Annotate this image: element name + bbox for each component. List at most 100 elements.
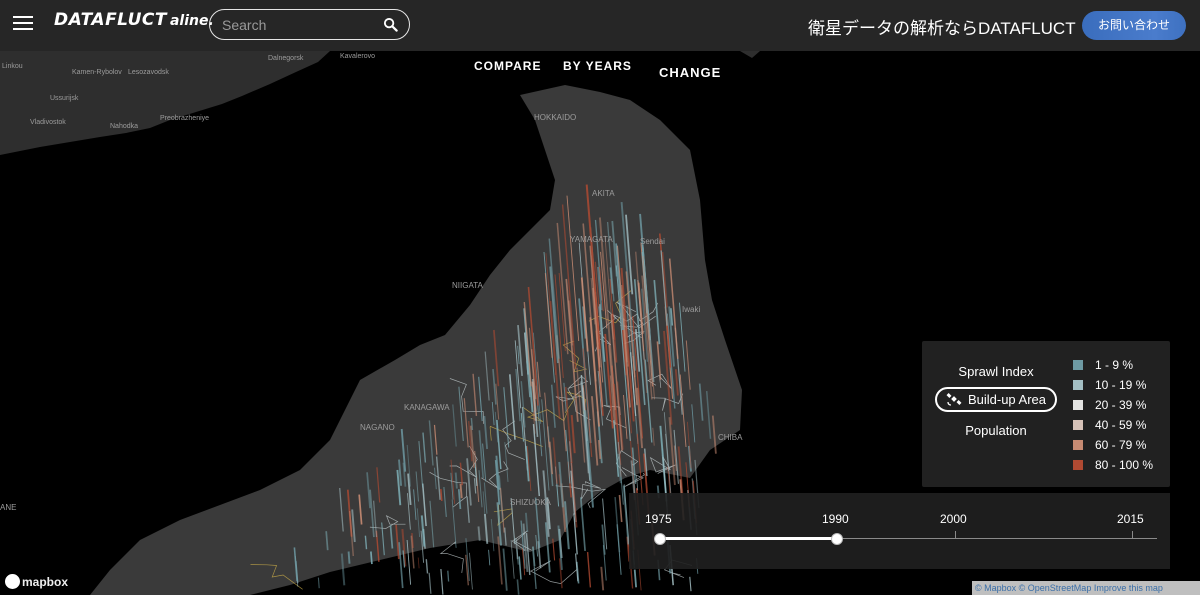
- map-data-spike: [618, 494, 623, 523]
- legend-range-label: 40 - 59 %: [1095, 418, 1147, 432]
- metric-build-up-area-label: Build-up Area: [967, 392, 1047, 407]
- timeline-year-label[interactable]: 1975: [645, 512, 672, 526]
- logo-sub: aline.: [169, 13, 214, 29]
- legend-range-label: 10 - 19 %: [1095, 378, 1147, 392]
- legend-swatch: [1073, 380, 1083, 390]
- metric-population[interactable]: Population: [935, 423, 1057, 438]
- map-data-spike: [459, 483, 463, 499]
- legend-swatch: [1073, 460, 1083, 470]
- legend-panel: Sprawl Index Build-up Area Population 1 …: [922, 341, 1170, 487]
- legend-swatch: [1073, 420, 1083, 430]
- map-data-spike: [616, 524, 622, 575]
- map-data-spike: [502, 548, 508, 591]
- map-place-label: Kamen-Rybolov: [72, 69, 122, 76]
- legend-row: 1 - 9 %: [1073, 358, 1133, 372]
- map-place-label: Preobrazheniye: [160, 115, 209, 122]
- map-data-spike: [440, 568, 444, 595]
- timeline-tick: [1132, 531, 1133, 539]
- legend-row: 10 - 19 %: [1073, 378, 1146, 392]
- map-place-label: YAMAGATA: [570, 235, 613, 244]
- timeline-selected-range: [660, 537, 837, 540]
- nav-by-years[interactable]: BY YEARS: [563, 59, 632, 73]
- map-data-spike: [447, 570, 450, 582]
- logo-main: DATAFLUCT: [54, 10, 167, 30]
- legend-range-label: 20 - 39 %: [1095, 398, 1147, 412]
- map-data-spike: [516, 579, 520, 595]
- map-place-label: Ussurijsk: [50, 95, 79, 102]
- map-place-label: Lesozavodsk: [128, 69, 169, 76]
- map-data-spike: [533, 566, 537, 589]
- map-attribution[interactable]: © Mapbox © OpenStreetMap Improve this ma…: [972, 581, 1200, 595]
- timeline-end-handle[interactable]: [831, 533, 843, 545]
- map-data-spike: [488, 549, 491, 566]
- legend-swatch: [1073, 360, 1083, 370]
- map-place-label: Kavalerovo: [340, 53, 375, 60]
- app-header: DATAFLUCTaline. 衛星データの解析ならDATAFLUCT お問い合…: [0, 0, 1200, 51]
- map-place-label: Linkou: [2, 63, 23, 70]
- map-data-spike: [469, 552, 473, 590]
- map-data-spike: [440, 488, 443, 501]
- map-data-spike: [347, 551, 351, 564]
- map-place-label: SHIZUOKA: [510, 498, 552, 507]
- satellite-icon: [946, 393, 962, 406]
- map-place-label: ANE: [0, 503, 16, 512]
- timeline-year-label[interactable]: 2015: [1117, 512, 1144, 526]
- map-place-label: CHIBA: [718, 433, 743, 442]
- mapbox-icon: [5, 574, 20, 589]
- mapbox-logo[interactable]: mapbox: [5, 574, 68, 589]
- legend-row: 60 - 79 %: [1073, 438, 1146, 452]
- legend-swatch: [1073, 400, 1083, 410]
- map-place-label: Nahodka: [110, 123, 138, 130]
- header-tagline: 衛星データの解析ならDATAFLUCT: [808, 19, 1076, 38]
- contact-button[interactable]: お問い合わせ: [1082, 11, 1186, 40]
- map-data-spike: [417, 557, 420, 569]
- map-data-spike: [425, 559, 429, 574]
- map-data-spike: [600, 566, 605, 591]
- map-place-label: Vladivostok: [30, 119, 66, 126]
- map-data-spike: [317, 577, 320, 589]
- timeline-year-label[interactable]: 1990: [822, 512, 849, 526]
- legend-swatch: [1073, 440, 1083, 450]
- map-place-label: KANAGAWA: [404, 403, 450, 412]
- map-data-spike: [454, 472, 458, 489]
- logo[interactable]: DATAFLUCT aline.: [54, 10, 214, 30]
- metric-build-up-area[interactable]: Build-up Area: [935, 387, 1057, 412]
- timeline-panel: 1975 1990 2000 2015: [629, 493, 1170, 569]
- nav-change[interactable]: CHANGE: [659, 65, 721, 80]
- map-place-label: Iwaki: [682, 305, 700, 314]
- map-road: [530, 560, 578, 584]
- map-data-spike: [370, 551, 373, 565]
- map-data-spike: [477, 526, 481, 541]
- map-place-label: AKITA: [592, 189, 615, 198]
- map-place-label: Sendai: [640, 237, 665, 246]
- search-input[interactable]: [222, 15, 372, 34]
- map-data-spike: [622, 485, 630, 545]
- nav-compare[interactable]: COMPARE: [474, 59, 541, 73]
- mapbox-label: mapbox: [22, 575, 69, 589]
- map-place-label: HOKKAIDO: [534, 113, 576, 122]
- timeline-start-handle[interactable]: [654, 533, 666, 545]
- map-place-label: Dalnegorsk: [268, 55, 304, 62]
- map-place-label: NAGANO: [360, 423, 395, 432]
- map-data-spike: [633, 569, 637, 588]
- map-road: [439, 541, 464, 573]
- metric-sprawl-index[interactable]: Sprawl Index: [935, 364, 1057, 379]
- legend-range-label: 60 - 79 %: [1095, 438, 1147, 452]
- hamburger-menu-icon[interactable]: [13, 14, 33, 34]
- legend-row: 40 - 59 %: [1073, 418, 1146, 432]
- legend-row: 20 - 39 %: [1073, 398, 1146, 412]
- timeline-tick: [955, 531, 956, 539]
- map-landmass-continent: [0, 51, 330, 155]
- map-data-spike: [586, 552, 592, 588]
- map-data-spike: [518, 556, 522, 580]
- map-data-spike: [428, 572, 432, 594]
- timeline-year-label[interactable]: 2000: [940, 512, 967, 526]
- legend-range-label: 1 - 9 %: [1095, 358, 1134, 372]
- map-data-spike: [470, 417, 474, 431]
- map-landmass-sliver: [740, 51, 760, 58]
- legend-range-label: 80 - 100 %: [1095, 458, 1154, 472]
- map-data-spike: [689, 576, 692, 592]
- map-place-label: NIIGATA: [452, 281, 483, 290]
- search-icon[interactable]: [383, 17, 398, 32]
- legend-row: 80 - 100 %: [1073, 458, 1153, 472]
